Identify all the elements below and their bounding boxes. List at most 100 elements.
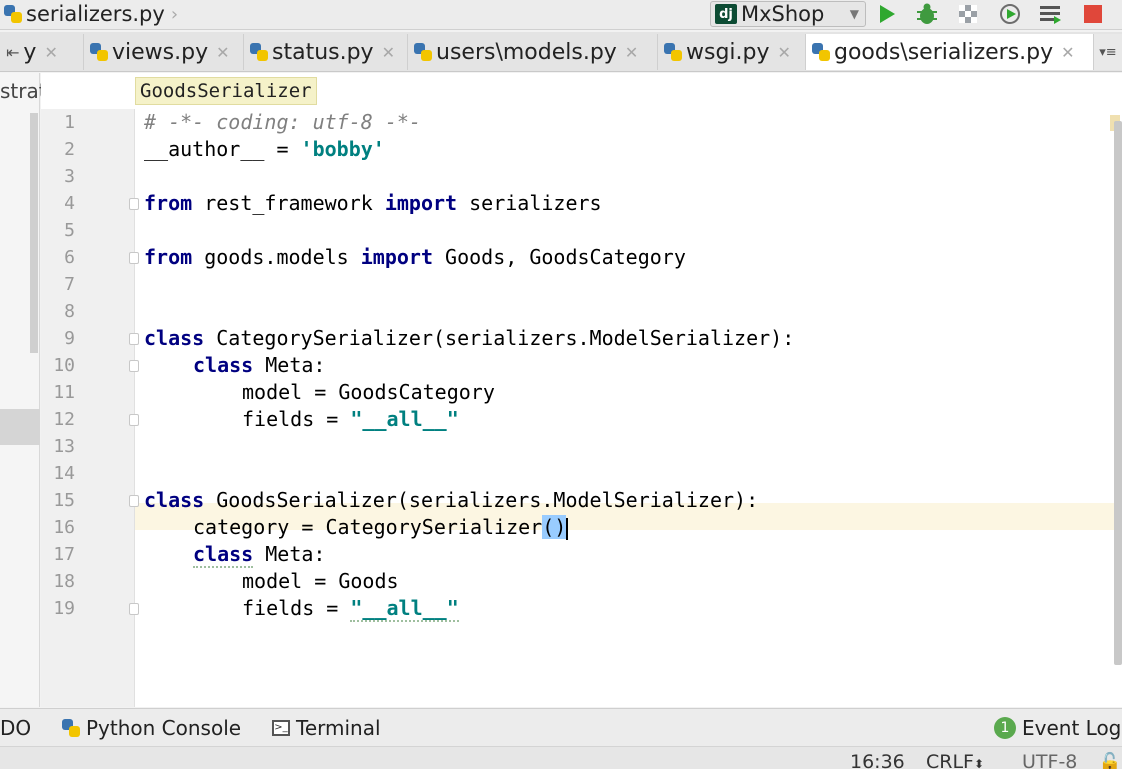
tab-status[interactable]: status.py ✕ bbox=[244, 34, 408, 70]
comment-token: # -*- coding: utf-8 -*- bbox=[144, 110, 421, 134]
project-panel[interactable]: strat bbox=[0, 73, 47, 707]
updown-icon: ⬍ bbox=[973, 757, 985, 769]
code-token: model = Goods bbox=[242, 569, 399, 593]
tab-goods-serializers[interactable]: goods\serializers.py ✕ bbox=[806, 34, 1094, 70]
project-panel-label: strat bbox=[0, 79, 47, 103]
line-number: 4 bbox=[64, 193, 75, 214]
string-token: "__all__" bbox=[350, 407, 459, 431]
terminal-tool-button[interactable]: >_ Terminal bbox=[272, 709, 381, 747]
line-number: 18 bbox=[53, 571, 75, 592]
code-area[interactable]: # -*- coding: utf-8 -*- __author__ = 'bo… bbox=[135, 109, 1110, 707]
navigation-bar: serializers.py › dj MxShop ▼ bbox=[0, 0, 1122, 30]
line-number-gutter[interactable]: 1 2 3 4 5 6 7 8 9 10 11 12 13 14 15 16 1… bbox=[41, 109, 139, 707]
close-icon[interactable]: ✕ bbox=[1061, 43, 1074, 62]
bug-icon bbox=[917, 3, 937, 24]
code-line-2: __author__ = 'bobby' bbox=[144, 136, 385, 163]
python-console-tool-button[interactable]: Python Console bbox=[62, 709, 241, 747]
editor-tab-bar: ⇤ y ✕ views.py ✕ status.py ✕ users\model… bbox=[0, 32, 1122, 72]
code-line-19: fields = "__all__" bbox=[242, 595, 459, 622]
python-file-icon bbox=[90, 43, 108, 61]
keyword-token: class bbox=[193, 353, 254, 377]
tab-wsgi[interactable]: wsgi.py ✕ bbox=[658, 34, 806, 70]
code-line-6: from goods.models import Goods, GoodsCat… bbox=[144, 244, 686, 271]
text-cursor bbox=[566, 517, 569, 540]
line-separator-select[interactable]: CRLF⬍ bbox=[926, 751, 984, 769]
line-number: 8 bbox=[64, 301, 75, 322]
lock-icon[interactable]: 🔓 bbox=[1098, 751, 1122, 769]
line-number: 7 bbox=[64, 274, 75, 295]
event-log-tool-button[interactable]: 1 Event Log bbox=[994, 709, 1121, 747]
chevron-down-icon: ▼ bbox=[849, 7, 859, 21]
encoding-select[interactable]: UTF-8 bbox=[1022, 751, 1077, 769]
line-number: 12 bbox=[53, 409, 75, 430]
line-number: 13 bbox=[53, 436, 75, 457]
code-line-18: model = Goods bbox=[242, 568, 399, 595]
matched-paren-token: () bbox=[542, 515, 567, 539]
code-line-12: fields = "__all__" bbox=[242, 406, 459, 433]
keyword-token: import bbox=[384, 191, 458, 215]
run-configuration-label: MxShop bbox=[741, 2, 825, 26]
nav-breadcrumb-label: serializers.py bbox=[26, 2, 165, 26]
caret-position[interactable]: 16:36 bbox=[850, 751, 905, 769]
stop-button[interactable] bbox=[1080, 2, 1106, 26]
pin-icon: ⇤ bbox=[6, 42, 20, 62]
code-line-10: class Meta: bbox=[193, 352, 325, 379]
python-file-icon bbox=[4, 5, 22, 23]
run-configuration-select[interactable]: dj MxShop ▼ bbox=[710, 1, 866, 27]
todo-label: DO bbox=[0, 716, 32, 740]
code-token: CategorySerializer(serializers.ModelSeri… bbox=[204, 326, 795, 350]
project-selected-row[interactable] bbox=[0, 409, 40, 445]
project-scrollbar[interactable] bbox=[30, 113, 38, 353]
coverage-button[interactable] bbox=[955, 2, 981, 26]
tab-label: goods\serializers.py bbox=[834, 39, 1054, 65]
structure-breadcrumb-row: GoodsSerializer bbox=[41, 73, 1122, 109]
todo-tool-button[interactable]: DO bbox=[0, 709, 31, 747]
line-number: 1 bbox=[64, 112, 75, 133]
python-console-label: Python Console bbox=[86, 716, 242, 740]
profile-button[interactable] bbox=[997, 2, 1023, 26]
code-token: fields = bbox=[242, 596, 351, 620]
tab-overflow-button[interactable]: ▾≡ bbox=[1094, 34, 1122, 70]
code-editor[interactable]: GoodsSerializer 1 2 3 4 5 6 7 8 9 10 11 … bbox=[41, 73, 1122, 707]
code-token: model = GoodsCategory bbox=[242, 380, 495, 404]
code-line-4: from rest_framework import serializers bbox=[144, 190, 602, 217]
line-number: 17 bbox=[53, 544, 75, 565]
close-icon[interactable]: ✕ bbox=[216, 43, 229, 62]
line-number: 10 bbox=[53, 355, 75, 376]
code-token: Meta: bbox=[253, 353, 326, 377]
tab-label: status.py bbox=[272, 39, 374, 65]
keyword-token: from bbox=[144, 191, 193, 215]
line-separator-label: CRLF bbox=[926, 751, 974, 769]
terminal-icon: >_ bbox=[272, 720, 290, 736]
close-icon[interactable]: ✕ bbox=[44, 43, 57, 62]
line-number: 11 bbox=[53, 382, 75, 403]
build-button[interactable] bbox=[1037, 2, 1063, 26]
code-token: category = CategorySerializer bbox=[193, 515, 543, 539]
build-icon bbox=[1040, 6, 1061, 24]
tab-views[interactable]: views.py ✕ bbox=[84, 34, 244, 70]
stop-icon bbox=[1084, 5, 1102, 23]
code-token: __author__ = bbox=[144, 137, 301, 161]
run-button[interactable] bbox=[874, 2, 900, 26]
keyword-token: import bbox=[360, 245, 433, 269]
code-token: Meta: bbox=[253, 542, 326, 566]
structure-crumb-class[interactable]: GoodsSerializer bbox=[135, 77, 317, 105]
keyword-token: class bbox=[193, 542, 254, 568]
close-icon[interactable]: ✕ bbox=[625, 43, 638, 62]
django-icon: dj bbox=[715, 4, 737, 24]
close-icon[interactable]: ✕ bbox=[778, 43, 791, 62]
string-token: "__all__" bbox=[350, 596, 459, 622]
code-line-11: model = GoodsCategory bbox=[242, 379, 495, 406]
debug-button[interactable] bbox=[914, 2, 940, 26]
close-icon[interactable]: ✕ bbox=[382, 43, 395, 62]
code-token: fields = bbox=[242, 407, 351, 431]
profile-icon bbox=[1000, 4, 1020, 24]
status-bar: 16:36 CRLF⬍ UTF-8 🔓 bbox=[0, 746, 1122, 769]
tab-hidden-file[interactable]: ⇤ y ✕ bbox=[0, 34, 84, 70]
nav-breadcrumb[interactable]: serializers.py › bbox=[0, 0, 178, 28]
keyword-token: from bbox=[144, 245, 193, 269]
editor-scrollbar[interactable] bbox=[1114, 121, 1122, 665]
line-number: 14 bbox=[53, 463, 75, 484]
code-token: rest_framework bbox=[192, 191, 385, 215]
tab-users-models[interactable]: users\models.py ✕ bbox=[408, 34, 658, 70]
